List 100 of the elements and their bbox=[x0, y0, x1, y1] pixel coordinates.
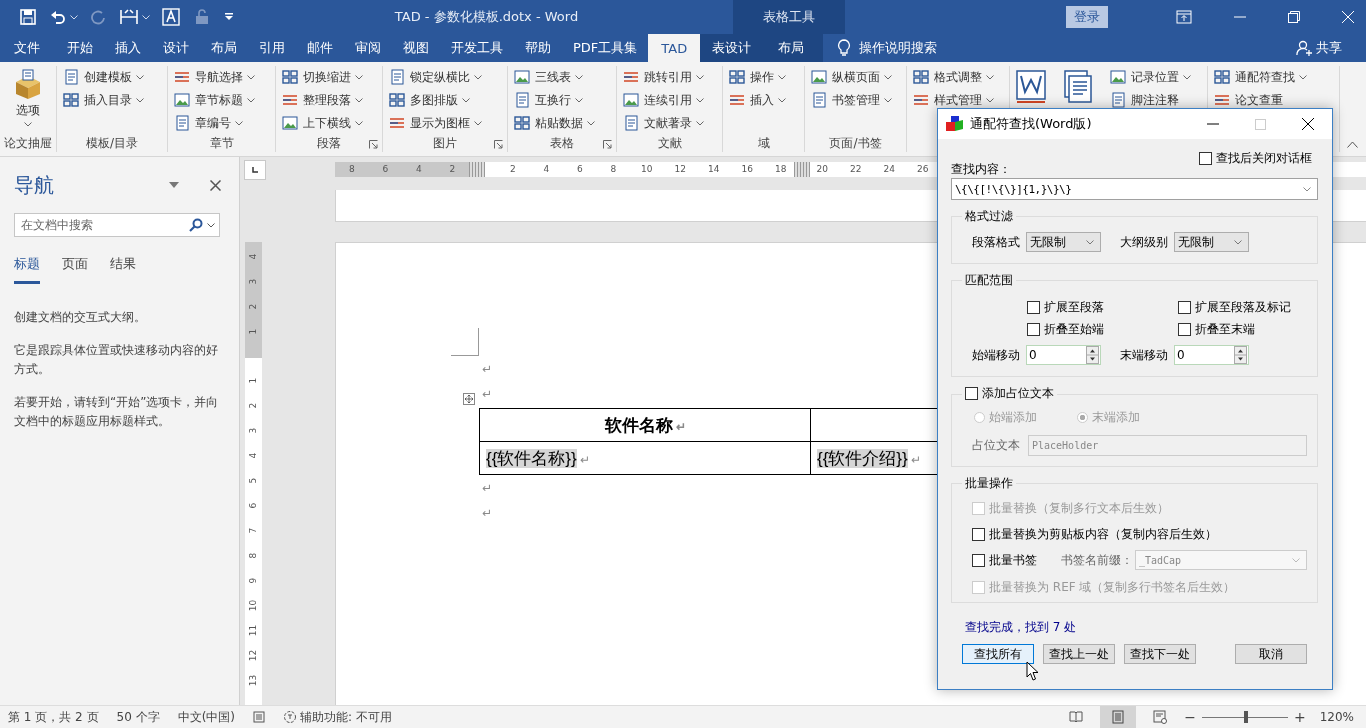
field-label: 末端移动 bbox=[1120, 346, 1168, 364]
ribbon-button[interactable]: 粘贴数据 bbox=[514, 112, 610, 134]
zoom-level[interactable]: 120% bbox=[1319, 710, 1354, 724]
dropdown[interactable]: 无限制 bbox=[1174, 232, 1249, 252]
ribbon-button[interactable]: 论文查重 bbox=[1214, 89, 1333, 111]
search-icon[interactable] bbox=[189, 218, 203, 232]
ribbon-button[interactable]: 锁定纵横比 bbox=[389, 66, 501, 88]
ribbon-tab[interactable]: 审阅 bbox=[344, 34, 392, 62]
dropdown-icon[interactable] bbox=[169, 182, 179, 188]
ribbon-tab[interactable]: 文件 bbox=[4, 34, 56, 62]
ribbon-button[interactable]: 创建模板 bbox=[63, 66, 161, 88]
ribbon-button[interactable]: 文献著录 bbox=[623, 112, 716, 134]
ribbon-tab[interactable]: 设计 bbox=[152, 34, 200, 62]
ribbon-tab[interactable]: 插入 bbox=[104, 34, 152, 62]
ribbon-button[interactable]: 连续引用 bbox=[623, 89, 716, 111]
ribbon-tab[interactable]: 视图 bbox=[392, 34, 440, 62]
ribbon-button[interactable]: 样式管理 bbox=[913, 89, 1003, 111]
move-handle-icon[interactable] bbox=[463, 393, 475, 405]
language-indicator[interactable]: 中文(中国) bbox=[177, 708, 235, 726]
close-icon[interactable] bbox=[1302, 118, 1314, 130]
ribbon-button[interactable]: 记录位置 bbox=[1110, 66, 1201, 88]
tab-stop-icon[interactable] bbox=[244, 160, 266, 180]
share-button[interactable]: 共享 bbox=[1296, 34, 1342, 62]
pane-tab[interactable]: 结果 bbox=[110, 255, 136, 284]
indent-marker[interactable] bbox=[469, 162, 485, 177]
checkbox[interactable]: 扩展至段落 bbox=[1027, 299, 1178, 316]
ribbon-display-icon[interactable] bbox=[1176, 10, 1192, 24]
zoom-in-button[interactable]: + bbox=[1293, 709, 1306, 725]
letter-page-icon[interactable] bbox=[1016, 70, 1046, 104]
search-box[interactable]: 在文档中搜索 bbox=[14, 213, 220, 237]
ribbon-button[interactable]: 章编号 bbox=[174, 112, 269, 134]
ribbon-tab[interactable]: 表设计 bbox=[702, 34, 768, 62]
pane-tab[interactable]: 标题 bbox=[14, 255, 40, 284]
search-combo-box[interactable]: \{\{[!\{\}]{1,}\}\} bbox=[951, 178, 1318, 200]
indent-marker[interactable] bbox=[793, 162, 810, 177]
ribbon-button[interactable]: 插入目录 bbox=[63, 89, 161, 111]
undo-icon[interactable] bbox=[50, 9, 66, 25]
dialog-launcher-icon[interactable] bbox=[369, 140, 378, 149]
ribbon-button[interactable]: 纵横页面 bbox=[811, 66, 900, 88]
ribbon-button[interactable]: 上下横线 bbox=[282, 112, 376, 134]
checkbox[interactable]: 添加占位文本 bbox=[965, 385, 1054, 402]
ribbon-tab[interactable]: 布局 bbox=[200, 34, 248, 62]
pane-tab[interactable]: 页面 bbox=[62, 255, 88, 284]
ribbon-tab[interactable]: 开始 bbox=[56, 34, 104, 62]
ribbon-button[interactable]: 互换行 bbox=[514, 89, 610, 111]
tell-me-search[interactable]: 操作说明搜索 bbox=[837, 34, 938, 62]
collapse-ribbon-icon[interactable] bbox=[1347, 141, 1358, 148]
ribbon-button[interactable]: 切换缩进 bbox=[282, 66, 376, 88]
view-button[interactable] bbox=[1100, 706, 1137, 728]
ribbon-button[interactable]: 选项 bbox=[2, 66, 54, 135]
dialog-button[interactable]: 查找下一处 bbox=[1124, 644, 1196, 664]
login-button[interactable]: 登录 bbox=[1066, 6, 1108, 28]
ribbon-tab[interactable]: 布局 bbox=[767, 34, 816, 62]
font-icon[interactable] bbox=[162, 8, 180, 26]
dialog-button[interactable]: 查找所有 bbox=[962, 644, 1034, 664]
ribbon-button[interactable]: 跳转引用 bbox=[623, 66, 716, 88]
dialog-launcher-icon[interactable] bbox=[494, 140, 503, 149]
restore-icon[interactable] bbox=[1288, 11, 1300, 23]
dialog-button[interactable]: 取消 bbox=[1235, 644, 1307, 664]
ribbon-button[interactable]: 导航选择 bbox=[174, 66, 269, 88]
checkbox[interactable]: 扩展至段落及标记 bbox=[1178, 299, 1307, 316]
zoom-out-button[interactable]: − bbox=[1184, 709, 1196, 725]
save-icon[interactable] bbox=[20, 9, 36, 25]
field-label: 书签名前缀： bbox=[1061, 551, 1133, 569]
pages-icon[interactable] bbox=[1064, 70, 1092, 104]
checkbox[interactable]: 折叠至末端 bbox=[1178, 321, 1307, 338]
ribbon-button[interactable]: 格式调整 bbox=[913, 66, 1003, 88]
dialog-button[interactable]: 查找上一处 bbox=[1043, 644, 1115, 664]
checkbox[interactable]: 批量书签 bbox=[972, 551, 1061, 569]
dialog-launcher-icon[interactable] bbox=[603, 140, 612, 149]
spin-box[interactable]: 0 bbox=[1026, 345, 1101, 365]
ribbon-button[interactable]: 整理段落 bbox=[282, 89, 376, 111]
spin-box[interactable]: 0 bbox=[1174, 345, 1249, 365]
ribbon-button[interactable]: 通配符查找 bbox=[1214, 66, 1333, 88]
ribbon-tab[interactable]: TAD bbox=[648, 34, 701, 62]
checkbox[interactable]: 查找后关闭对话框 bbox=[1199, 150, 1312, 167]
ribbon-button[interactable]: 脚注注释 bbox=[1110, 89, 1201, 111]
ribbon-button[interactable]: 多图排版 bbox=[389, 89, 501, 111]
slider-thumb[interactable] bbox=[1243, 711, 1248, 723]
ribbon-tab[interactable]: 开发工具 bbox=[440, 34, 514, 62]
word-count[interactable]: 50 个字 bbox=[116, 708, 160, 726]
ribbon-tab[interactable]: 帮助 bbox=[514, 34, 562, 62]
ribbon-tab[interactable]: 邮件 bbox=[296, 34, 344, 62]
checkbox[interactable]: 批量替换为剪贴板内容（复制内容后生效） bbox=[972, 526, 1307, 543]
checkbox[interactable]: 折叠至始端 bbox=[1027, 321, 1178, 338]
ribbon-tab[interactable]: PDF工具集 bbox=[562, 34, 649, 62]
ribbon-button[interactable]: 书签管理 bbox=[811, 89, 900, 111]
ribbon-button[interactable]: 插入 bbox=[729, 89, 798, 111]
ruler-number: 2 bbox=[247, 302, 259, 312]
search-field[interactable]: 在文档中搜索 bbox=[21, 218, 189, 232]
ribbon-button[interactable]: 三线表 bbox=[514, 66, 610, 88]
page-count[interactable]: 第 1 页，共 2 页 bbox=[8, 708, 99, 726]
dropdown[interactable]: 无限制 bbox=[1026, 232, 1101, 252]
ribbon-button[interactable]: 显示为图框 bbox=[389, 112, 501, 134]
ribbon-button[interactable]: 章节标题 bbox=[174, 89, 269, 111]
ribbon-tab[interactable]: 引用 bbox=[248, 34, 296, 62]
accessibility-status[interactable]: 辅助功能: 不可用 bbox=[283, 708, 392, 726]
customize-icon[interactable] bbox=[224, 12, 234, 22]
close-icon[interactable] bbox=[210, 179, 221, 191]
ribbon-button[interactable]: 操作 bbox=[729, 66, 798, 88]
